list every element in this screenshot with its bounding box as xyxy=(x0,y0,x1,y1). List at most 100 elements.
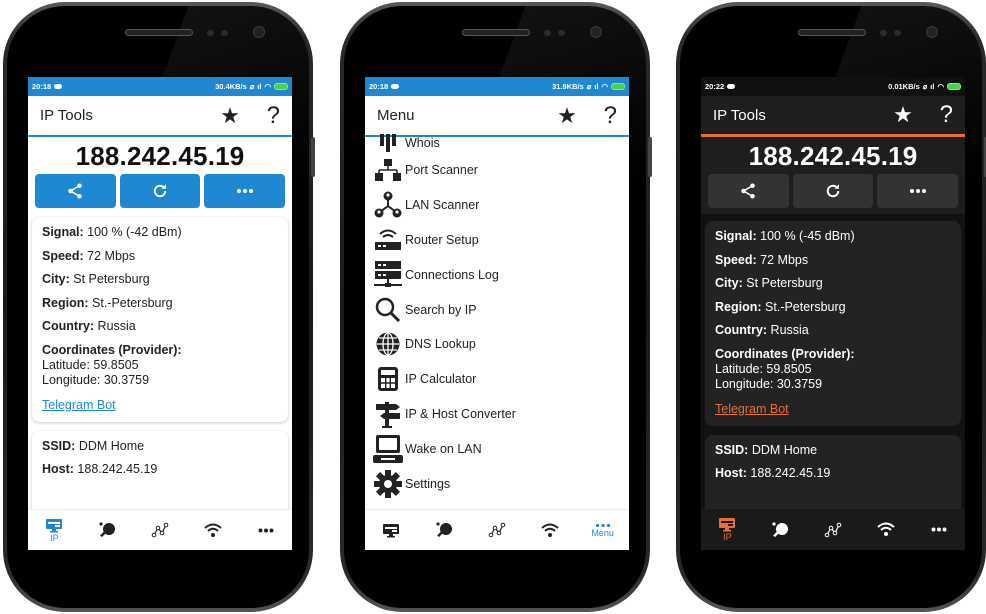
nav-ping[interactable] xyxy=(82,510,132,551)
telegram-bot-link[interactable]: Telegram Bot xyxy=(42,398,116,412)
traceroute-icon xyxy=(824,522,842,537)
menu-item-ip-calculator[interactable]: IP Calculator xyxy=(373,362,623,397)
city-label: City: xyxy=(42,272,70,286)
menu-item-label: Port Scanner xyxy=(405,163,478,178)
menu-item-label: Connections Log xyxy=(405,267,499,282)
calculator-icon xyxy=(373,365,403,393)
ip-address: 188.242.45.19 xyxy=(75,141,245,171)
nav-menu[interactable]: Menu xyxy=(578,510,628,551)
bottom-navigation: IP xyxy=(28,509,292,550)
phone-bezel: 20:22 0.01KB/s ⌀ ıl ◠ IP Tools ★ ? 188.242.… xyxy=(680,6,982,608)
ssid-value: DDM Home xyxy=(75,438,145,453)
monitor-icon xyxy=(46,518,63,532)
favorite-star-icon[interactable]: ★ xyxy=(883,102,923,128)
refresh-icon xyxy=(826,184,840,198)
menu-item-ip-host-converter[interactable]: IP & Host Converter xyxy=(373,397,623,432)
phone-bezel: 20:18 31.9KB/s ⌀ ıl ◠ Menu ★ ? Whois Port S… xyxy=(344,6,646,608)
ping-pong-icon xyxy=(99,522,116,538)
alarm-icon: ⌀ xyxy=(922,82,928,91)
front-camera xyxy=(926,26,938,38)
help-icon[interactable]: ? xyxy=(587,102,617,130)
phone-bezel: 20:18 30.4KB/s ⌀ ıl ◠ IP Tools ★ ? 188.242.… xyxy=(7,6,309,608)
nav-ping[interactable] xyxy=(755,509,805,550)
city-value: St Petersburg xyxy=(69,272,150,286)
menu-item-router-setup[interactable]: Router Setup xyxy=(373,223,623,258)
alarm-icon: ⌀ xyxy=(249,82,255,91)
wifi-status-icon: ◠ xyxy=(937,82,944,91)
speed-value: 72 Mbps xyxy=(756,252,809,267)
action-buttons xyxy=(28,172,292,208)
telegram-bot-link[interactable]: Telegram Bot xyxy=(715,402,789,416)
bottom-navigation: Menu xyxy=(365,509,629,550)
front-camera xyxy=(253,26,265,38)
city-label: City: xyxy=(715,276,743,290)
notification-icon xyxy=(727,84,736,89)
wifi-status-icon: ◠ xyxy=(264,82,271,91)
menu-item-connections-log[interactable]: Connections Log xyxy=(373,257,623,292)
menu-item-label: IP Calculator xyxy=(405,372,477,387)
nav-wifi[interactable] xyxy=(188,510,238,551)
menu-item-lan-scanner[interactable]: LAN Scanner xyxy=(373,188,623,223)
signal-row: Signal: 100 % (-42 dBm) xyxy=(42,225,278,239)
sensor xyxy=(544,30,551,36)
traceroute-icon xyxy=(488,522,506,538)
signal-icon: ıl xyxy=(594,82,599,91)
menu-item-search-by-ip[interactable]: Search by IP xyxy=(373,292,623,327)
menu-item-dns-lookup[interactable]: DNS Lookup xyxy=(373,327,623,362)
ssid-row: SSID: DDM Home xyxy=(715,443,951,457)
ping-pong-icon xyxy=(436,522,453,538)
more-button[interactable] xyxy=(204,174,286,208)
alarm-icon: ⌀ xyxy=(586,82,592,91)
app-title: Menu xyxy=(377,107,415,124)
nav-traceroute[interactable] xyxy=(472,510,522,551)
nav-wifi[interactable] xyxy=(861,509,911,550)
nav-menu[interactable] xyxy=(914,509,964,550)
speed-value: 72 Mbps xyxy=(83,248,136,263)
ssid-label: SSID: xyxy=(42,438,76,453)
signal-icon: ıl xyxy=(257,82,262,91)
volume-button xyxy=(311,137,315,177)
ssid-row: SSID: DDM Home xyxy=(42,439,278,453)
refresh-button[interactable] xyxy=(792,174,874,208)
more-icon xyxy=(258,528,274,532)
menu-item-port-scanner[interactable]: Port Scanner xyxy=(373,153,623,188)
status-bar: 20:22 0.01KB/s ⌀ ıl ◠ xyxy=(701,77,965,96)
info-card: Signal: 100 % (-45 dBm) Speed: 72 Mbps C… xyxy=(705,221,961,426)
front-camera xyxy=(590,26,602,38)
screen: 20:22 0.01KB/s ⌀ ıl ◠ IP Tools ★ ? 188.242.… xyxy=(701,77,965,550)
more-button[interactable] xyxy=(877,174,959,208)
favorite-star-icon[interactable]: ★ xyxy=(547,103,587,129)
nav-menu[interactable] xyxy=(241,510,291,551)
menu-item-label: Search by IP xyxy=(405,302,477,317)
menu-item-whois[interactable]: Whois xyxy=(373,133,623,153)
ssid-label: SSID: xyxy=(715,442,749,457)
nav-ping[interactable] xyxy=(419,510,469,551)
nav-wifi[interactable] xyxy=(525,510,575,551)
wifi-icon xyxy=(204,523,222,537)
signal-value: 100 % (-42 dBm) xyxy=(83,225,182,239)
network-speed: 31.9KB/s xyxy=(552,82,584,91)
network-speed: 30.4KB/s xyxy=(215,82,247,91)
nav-ip[interactable]: IP xyxy=(29,510,79,551)
signal-label: Signal: xyxy=(42,225,84,239)
help-icon[interactable]: ? xyxy=(250,102,280,130)
favorite-star-icon[interactable]: ★ xyxy=(210,103,250,129)
share-button[interactable] xyxy=(708,174,789,208)
nav-ip[interactable]: IP xyxy=(702,509,752,550)
app-title: IP Tools xyxy=(40,107,93,124)
nav-ip-label: IP xyxy=(50,532,59,543)
nav-traceroute[interactable] xyxy=(808,509,858,550)
more-icon xyxy=(909,189,926,193)
share-button[interactable] xyxy=(35,174,116,208)
clock: 20:18 xyxy=(32,82,52,91)
nav-menu-label: Menu xyxy=(591,527,614,538)
refresh-button[interactable] xyxy=(119,174,201,208)
menu-item-settings[interactable]: Settings xyxy=(373,466,623,501)
nav-ip[interactable] xyxy=(366,510,416,551)
menu-item-label: IP & Host Converter xyxy=(405,406,516,421)
more-icon xyxy=(236,189,253,193)
help-icon[interactable]: ? xyxy=(923,101,953,129)
phone-ip-tools-dark: 20:22 0.01KB/s ⌀ ıl ◠ IP Tools ★ ? 188.242.… xyxy=(676,2,986,612)
menu-item-wake-on-lan[interactable]: Wake on LAN xyxy=(373,431,623,466)
nav-traceroute[interactable] xyxy=(135,510,185,551)
